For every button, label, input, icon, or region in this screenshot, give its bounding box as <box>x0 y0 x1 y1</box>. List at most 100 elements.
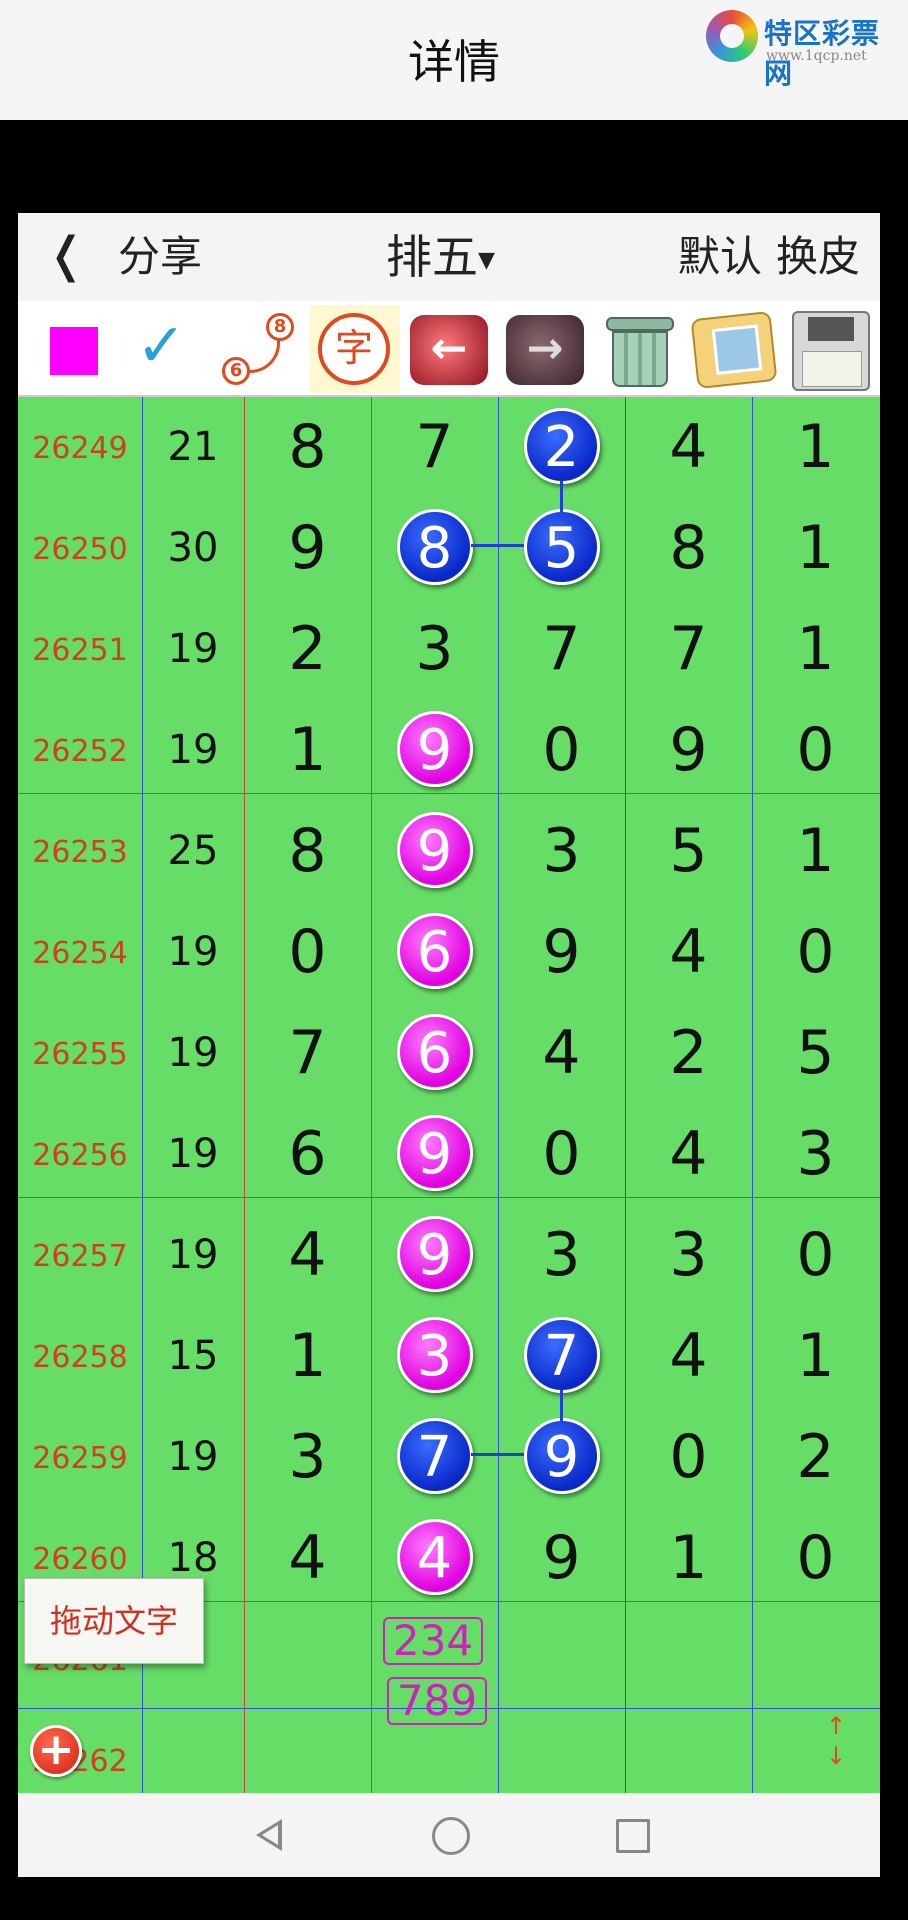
digit-cell[interactable]: 0 <box>244 902 371 1003</box>
digit-cell[interactable]: 5 <box>498 498 625 599</box>
digit-cell[interactable]: 7 <box>371 397 498 498</box>
share-button[interactable]: 分享 <box>118 223 202 284</box>
digit-cell[interactable]: 9 <box>498 1407 625 1508</box>
redo-button[interactable]: → <box>500 305 590 393</box>
digit-cell[interactable]: 0 <box>752 700 879 801</box>
drag-text-button[interactable]: 拖动文字 <box>24 1578 204 1664</box>
trash-button[interactable] <box>594 305 684 393</box>
digit-cell[interactable]: 0 <box>498 1104 625 1205</box>
digit-cell[interactable]: 9 <box>371 700 498 801</box>
issue-number: 26254 <box>32 936 128 971</box>
digit-cell[interactable]: 9 <box>371 1104 498 1205</box>
digit-cell[interactable]: 5 <box>752 1003 879 1104</box>
digit-cell[interactable]: 9 <box>244 498 371 599</box>
digit-cell[interactable] <box>752 1609 879 1710</box>
table-row: 26249 21 8 7 2 4 1 <box>18 397 880 498</box>
photo-button[interactable] <box>688 305 778 393</box>
digit-cell[interactable]: 9 <box>498 1508 625 1609</box>
digit-cell[interactable]: 4 <box>625 1104 752 1205</box>
digit-text: 2 <box>796 1422 835 1492</box>
digit-cell[interactable]: 7 <box>244 1003 371 1104</box>
plus-icon[interactable]: + <box>30 1725 82 1777</box>
digit-cell[interactable]: 0 <box>498 700 625 801</box>
digit-cell[interactable]: 1 <box>752 397 879 498</box>
digit-cell[interactable]: 4 <box>625 1306 752 1407</box>
chevron-left-icon[interactable]: ❬ <box>46 227 86 283</box>
digit-cell[interactable]: 4 <box>498 1003 625 1104</box>
digit-cell[interactable]: 6 <box>371 1003 498 1104</box>
hint-box: 234 <box>383 1617 483 1665</box>
digit-cell[interactable]: 4 <box>625 902 752 1003</box>
digit-text: 2 <box>288 614 327 684</box>
digit-cell[interactable]: 0 <box>752 1205 879 1306</box>
digit-cell[interactable]: 3 <box>244 1407 371 1508</box>
digit-cell[interactable]: 6 <box>244 1104 371 1205</box>
digit-cell[interactable]: 1 <box>625 1508 752 1609</box>
digit-cell[interactable]: 4 <box>244 1205 371 1306</box>
digit-cell[interactable]: 3 <box>498 1205 625 1306</box>
digit-cell[interactable]: 0 <box>752 1508 879 1609</box>
digit-cell[interactable]: 8 <box>625 498 752 599</box>
digit-cell[interactable]: 9 <box>371 801 498 902</box>
digit-cell[interactable] <box>625 1609 752 1710</box>
digit-cell[interactable]: 1 <box>752 801 879 902</box>
digit-cell[interactable]: 7 <box>625 599 752 700</box>
digit-cell[interactable]: 1 <box>752 599 879 700</box>
digit-cell[interactable]: 5 <box>625 801 752 902</box>
digit-cell[interactable]: 1 <box>244 700 371 801</box>
digit-cell[interactable]: 1 <box>752 498 879 599</box>
digit-cell[interactable]: 0 <box>752 902 879 1003</box>
digit-text: 9 <box>669 715 708 785</box>
digit-text: 8 <box>288 816 327 886</box>
digit-cell[interactable]: 4 <box>244 1508 371 1609</box>
pen-check-button[interactable]: ✓ <box>122 305 212 393</box>
ball-connector <box>560 1390 563 1421</box>
digit-cell[interactable]: 8 <box>244 397 371 498</box>
resize-vertical-icon[interactable]: ↑ ↓ <box>818 1711 854 1775</box>
nav-recent-icon[interactable] <box>608 1811 656 1859</box>
digit-cell[interactable]: 3 <box>371 599 498 700</box>
digit-cell[interactable] <box>244 1609 371 1710</box>
digit-cell[interactable]: 2 <box>244 599 371 700</box>
digit-cell[interactable]: 9 <box>371 1205 498 1306</box>
nav-back-icon[interactable] <box>246 1811 294 1859</box>
digit-cell[interactable]: 1 <box>752 1306 879 1407</box>
skin-button[interactable]: 换皮 <box>776 223 860 284</box>
digit-cell[interactable]: 3 <box>371 1306 498 1407</box>
table-row: 26255 19 7 6 4 2 5 <box>18 1003 880 1104</box>
default-button[interactable]: 默认 <box>678 223 762 284</box>
digit-text: 4 <box>669 412 708 482</box>
digit-cell[interactable]: 3 <box>625 1205 752 1306</box>
text-tool-button[interactable]: 字 <box>310 305 400 393</box>
digit-text: 3 <box>288 1422 327 1492</box>
table-row: 26257 19 4 9 3 3 0 <box>18 1205 880 1306</box>
digit-cell[interactable]: 7 <box>498 599 625 700</box>
digit-cell[interactable]: 3 <box>752 1104 879 1205</box>
digit-cell[interactable]: 2 <box>625 1003 752 1104</box>
save-button[interactable] <box>784 305 874 393</box>
digit-cell[interactable]: 0 <box>625 1407 752 1508</box>
digit-cell[interactable]: 6 <box>371 902 498 1003</box>
connect-button[interactable]: 6 8 <box>216 305 306 393</box>
digit-cell[interactable]: 4 <box>371 1508 498 1609</box>
digit-text: 0 <box>669 1422 708 1492</box>
digit-text: 0 <box>542 1119 581 1189</box>
digit-cell[interactable] <box>498 1609 625 1710</box>
digit-cell[interactable]: 9 <box>625 700 752 801</box>
digit-cell[interactable]: 3 <box>498 801 625 902</box>
digit-text: 7 <box>288 1018 327 1088</box>
nav-home-icon[interactable] <box>426 1811 474 1859</box>
lottery-selector[interactable]: 排五▼ <box>386 221 495 287</box>
undo-button[interactable]: ← <box>404 305 494 393</box>
color-swatch-button[interactable] <box>26 305 116 393</box>
digit-cell[interactable]: 9 <box>498 902 625 1003</box>
digit-cell[interactable]: 4 <box>625 397 752 498</box>
table-row: 26256 19 6 9 0 4 3 <box>18 1104 880 1205</box>
pink-ball-marker: 6 <box>396 913 473 990</box>
table-row: 26259 19 3 7 9 0 2 <box>18 1407 880 1508</box>
digit-cell[interactable]: 1 <box>244 1306 371 1407</box>
digit-cell[interactable]: 8 <box>244 801 371 902</box>
digit-cell[interactable]: 8 <box>371 498 498 599</box>
digit-cell[interactable]: 7 <box>371 1407 498 1508</box>
digit-cell[interactable]: 2 <box>752 1407 879 1508</box>
